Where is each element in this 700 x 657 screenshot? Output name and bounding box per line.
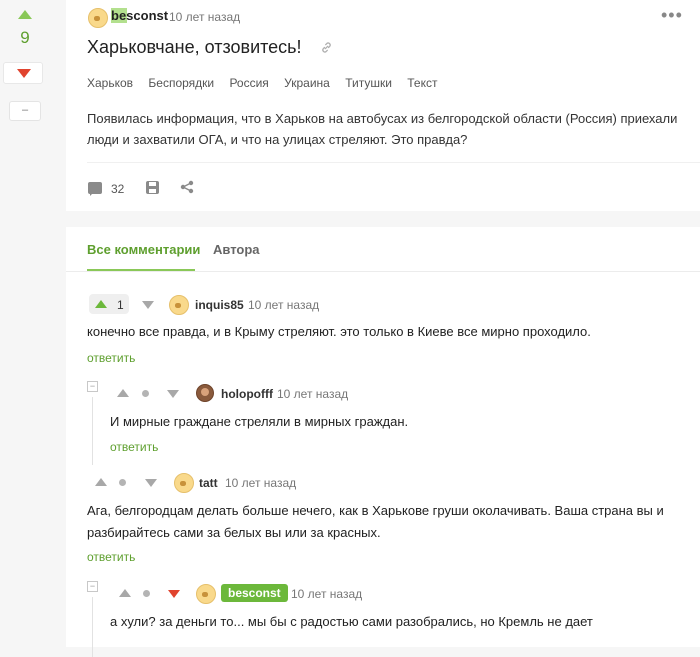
comments-icon[interactable] <box>88 182 102 196</box>
comment-score: 1 <box>117 298 124 312</box>
comment-avatar[interactable] <box>169 295 189 315</box>
post-score: 9 <box>20 28 30 47</box>
tag[interactable]: Беспорядки <box>148 76 214 90</box>
post-time: 10 лет назад <box>169 10 241 24</box>
comment-text: Ага, белгородцам делать больше нечего, к… <box>87 503 664 540</box>
collapse-thread-icon[interactable]: − <box>87 381 98 392</box>
comment-text: а хули? за деньги то... мы бы с радостью… <box>110 614 593 629</box>
tag[interactable]: Харьков <box>87 76 133 90</box>
comment-neutral-score-icon <box>143 590 150 597</box>
tag[interactable]: Украина <box>284 76 330 90</box>
comments-section: Все комментарии Автора 1 inquis85 10 лет… <box>66 227 700 657</box>
upvote-icon[interactable] <box>15 10 35 22</box>
author-avatar[interactable] <box>88 8 108 28</box>
tab-all-comments[interactable]: Все комментарии <box>87 242 200 257</box>
post-author[interactable]: besconst <box>111 8 169 23</box>
comment-time: 10 лет назад <box>291 587 363 601</box>
post-card: besconst 10 лет назад ••• Харьковчане, о… <box>66 0 700 211</box>
tabs-divider <box>66 271 700 272</box>
post-title[interactable]: Харьковчане, отзовитесь! <box>87 37 302 58</box>
comment-time: 10 лет назад <box>225 476 297 490</box>
link-icon[interactable] <box>320 41 333 54</box>
downvote-button[interactable] <box>3 62 43 84</box>
comment-avatar[interactable] <box>196 584 216 604</box>
comment-neutral-score-icon <box>119 479 126 486</box>
collapse-thread-icon[interactable]: − <box>87 581 98 592</box>
comment-author[interactable]: inquis85 <box>195 298 244 312</box>
share-icon[interactable] <box>180 180 194 194</box>
op-author-badge[interactable]: besconst <box>221 584 288 602</box>
save-icon[interactable] <box>146 181 159 194</box>
comment-avatar[interactable] <box>196 384 214 402</box>
comment-time: 10 лет назад <box>248 298 320 312</box>
post-body: Появилась информация, что в Харьков на а… <box>87 111 678 147</box>
reply-link[interactable]: ответить <box>87 351 135 365</box>
post-tags: Харьков Беспорядки Россия Украина Титушк… <box>87 76 449 90</box>
comments-count[interactable]: 32 <box>111 182 124 196</box>
thread-line <box>92 597 93 657</box>
tag[interactable]: Титушки <box>345 76 392 90</box>
tag[interactable]: Россия <box>229 76 268 90</box>
reply-link[interactable]: ответить <box>87 550 135 564</box>
comment-author[interactable]: tatt <box>199 476 218 490</box>
comment-text: конечно все правда, и в Крыму стреляют. … <box>87 324 591 339</box>
thread-line <box>92 397 93 465</box>
comment-text: И мирные граждане стреляли в мирных граж… <box>110 414 409 429</box>
reply-link[interactable]: ответить <box>110 440 158 454</box>
post-vote-column: 9 – <box>0 0 50 636</box>
divider <box>87 162 700 163</box>
tab-author[interactable]: Автора <box>213 242 260 257</box>
comment-avatar[interactable] <box>174 473 194 493</box>
tag[interactable]: Текст <box>407 76 437 90</box>
comment-neutral-score-icon <box>142 390 149 397</box>
minus-button[interactable]: – <box>9 101 41 121</box>
comment-author[interactable]: holopofff <box>221 387 273 401</box>
more-options-icon[interactable]: ••• <box>661 6 683 24</box>
comment-time: 10 лет назад <box>277 387 349 401</box>
